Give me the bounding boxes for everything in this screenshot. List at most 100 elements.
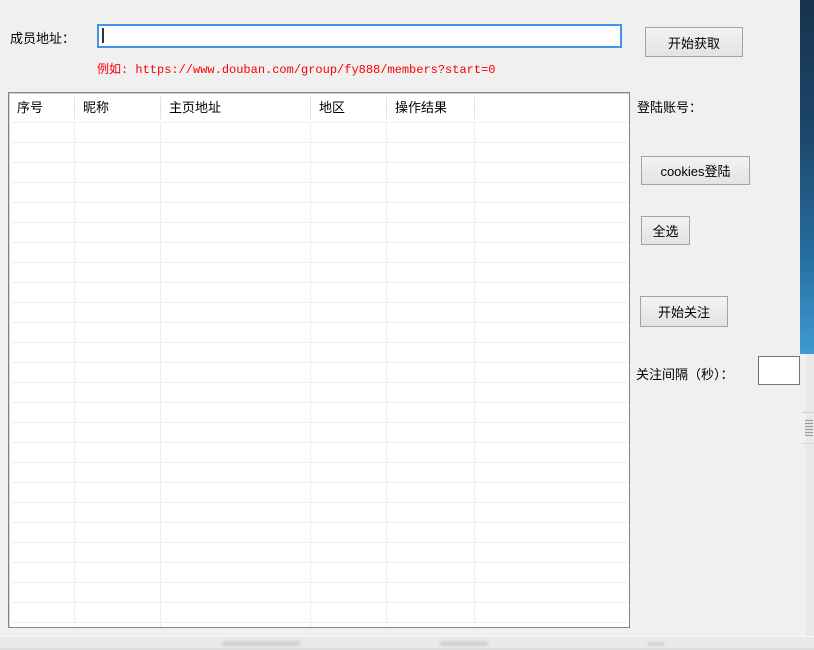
table-cell — [311, 503, 387, 522]
follow-interval-input[interactable] — [758, 356, 800, 385]
table-body[interactable] — [9, 123, 629, 628]
table-cell — [9, 303, 75, 322]
table-cell — [475, 503, 629, 522]
table-row[interactable] — [9, 583, 629, 603]
example-url-text: 例如: https://www.douban.com/group/fy888/m… — [97, 60, 495, 77]
table-row[interactable] — [9, 183, 629, 203]
follow-interval-label: 关注间隔（秒）： — [636, 364, 734, 383]
member-url-input[interactable] — [97, 24, 622, 48]
table-cell — [161, 343, 311, 362]
table-cell — [387, 163, 475, 182]
table-cell — [161, 163, 311, 182]
table-cell — [387, 603, 475, 622]
desktop-wallpaper-strip — [800, 0, 814, 354]
table-cell — [9, 323, 75, 342]
table-cell — [311, 163, 387, 182]
table-row[interactable] — [9, 423, 629, 443]
table-cell — [9, 283, 75, 302]
table-row[interactable] — [9, 563, 629, 583]
table-cell — [387, 183, 475, 202]
faint-text-blob — [222, 641, 300, 646]
table-cell — [161, 543, 311, 562]
table-cell — [387, 523, 475, 542]
table-cell — [387, 623, 475, 628]
table-cell — [311, 203, 387, 222]
table-row[interactable] — [9, 603, 629, 623]
table-row[interactable] — [9, 403, 629, 423]
table-cell — [75, 463, 161, 482]
table-cell — [387, 483, 475, 502]
column-header-result[interactable]: 操作结果 — [387, 97, 475, 119]
table-cell — [387, 343, 475, 362]
table-row[interactable] — [9, 323, 629, 343]
table-row[interactable] — [9, 223, 629, 243]
column-header-nickname[interactable]: 昵称 — [75, 97, 161, 119]
table-cell — [161, 483, 311, 502]
table-row[interactable] — [9, 623, 629, 628]
background-window-line — [802, 443, 814, 444]
table-cell — [9, 203, 75, 222]
cookies-login-button[interactable]: cookies登陆 — [641, 156, 750, 185]
table-cell — [9, 603, 75, 622]
table-cell — [161, 463, 311, 482]
table-cell — [311, 223, 387, 242]
table-row[interactable] — [9, 383, 629, 403]
table-row[interactable] — [9, 243, 629, 263]
background-window-fragment — [805, 419, 813, 436]
column-header-region[interactable]: 地区 — [311, 97, 387, 119]
table-row[interactable] — [9, 303, 629, 323]
fetch-button[interactable]: 开始获取 — [645, 27, 743, 57]
table-cell — [75, 243, 161, 262]
table-row[interactable] — [9, 443, 629, 463]
table-cell — [387, 443, 475, 462]
table-cell — [75, 443, 161, 462]
table-cell — [9, 443, 75, 462]
table-cell — [311, 303, 387, 322]
table-cell — [75, 423, 161, 442]
table-cell — [311, 363, 387, 382]
start-follow-button[interactable]: 开始关注 — [640, 296, 728, 327]
table-cell — [161, 383, 311, 402]
table-cell — [311, 563, 387, 582]
column-header-empty — [475, 97, 629, 119]
table-cell — [475, 403, 629, 422]
table-cell — [387, 543, 475, 562]
table-cell — [161, 243, 311, 262]
table-row[interactable] — [9, 123, 629, 143]
table-header: 序号 昵称 主页地址 地区 操作结果 — [9, 93, 629, 123]
table-cell — [9, 263, 75, 282]
table-cell — [387, 583, 475, 602]
table-row[interactable] — [9, 543, 629, 563]
table-row[interactable] — [9, 283, 629, 303]
table-row[interactable] — [9, 523, 629, 543]
column-header-homepage[interactable]: 主页地址 — [161, 97, 311, 119]
table-row[interactable] — [9, 203, 629, 223]
table-row[interactable] — [9, 483, 629, 503]
table-cell — [75, 623, 161, 628]
table-cell — [475, 383, 629, 402]
table-cell — [75, 583, 161, 602]
table-row[interactable] — [9, 463, 629, 483]
table-cell — [161, 183, 311, 202]
table-cell — [311, 543, 387, 562]
table-row[interactable] — [9, 503, 629, 523]
table-row[interactable] — [9, 363, 629, 383]
table-cell — [475, 483, 629, 502]
table-cell — [311, 323, 387, 342]
table-cell — [311, 383, 387, 402]
table-cell — [161, 523, 311, 542]
table-row[interactable] — [9, 143, 629, 163]
table-cell — [9, 543, 75, 562]
column-header-index[interactable]: 序号 — [9, 97, 75, 119]
table-row[interactable] — [9, 263, 629, 283]
table-cell — [387, 323, 475, 342]
table-cell — [75, 603, 161, 622]
select-all-button[interactable]: 全选 — [641, 216, 690, 245]
table-row[interactable] — [9, 163, 629, 183]
table-row[interactable] — [9, 343, 629, 363]
member-table[interactable]: 序号 昵称 主页地址 地区 操作结果 — [8, 92, 630, 628]
table-cell — [75, 543, 161, 562]
table-cell — [387, 463, 475, 482]
table-cell — [475, 423, 629, 442]
table-cell — [75, 263, 161, 282]
